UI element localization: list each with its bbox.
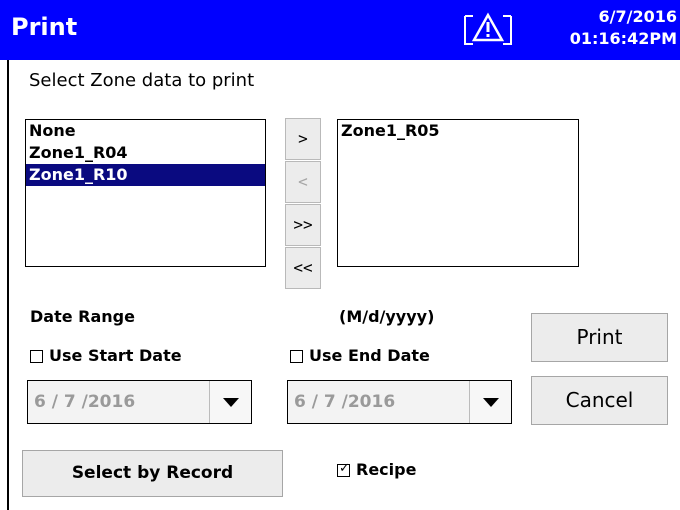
use-end-date-checkbox[interactable] xyxy=(290,350,303,363)
use-end-date-label[interactable]: Use End Date xyxy=(309,346,430,365)
time-text: 01:16:42PM xyxy=(569,29,677,48)
list-item-selected[interactable]: Zone1_R10 xyxy=(26,164,265,186)
end-date-value: 6 / 7 /2016 xyxy=(294,392,396,412)
frame-border xyxy=(7,60,9,510)
chevron-down-icon[interactable] xyxy=(209,381,251,423)
add-all-zones-button[interactable]: >> xyxy=(285,204,321,246)
list-item[interactable]: None xyxy=(26,120,265,142)
list-item[interactable]: Zone1_R04 xyxy=(26,142,265,164)
select-by-record-button[interactable]: Select by Record xyxy=(22,450,283,497)
chevron-down-icon[interactable] xyxy=(469,381,511,423)
use-start-date-checkbox[interactable] xyxy=(30,350,43,363)
available-zones-list[interactable]: None Zone1_R04 Zone1_R10 xyxy=(25,119,266,267)
add-zone-button[interactable]: > xyxy=(285,118,321,160)
print-button[interactable]: Print xyxy=(531,313,668,362)
selected-zones-list[interactable]: Zone1_R05 xyxy=(337,119,579,267)
end-date-picker[interactable]: 6 / 7 /2016 xyxy=(287,380,512,424)
cancel-button[interactable]: Cancel xyxy=(531,376,668,425)
date-text: 6/7/2016 xyxy=(598,7,677,26)
title-bar: Print 6/7/2016 01:16:42PM xyxy=(0,0,680,60)
date-range-label: Date Range xyxy=(30,307,135,326)
list-item[interactable]: Zone1_R05 xyxy=(338,120,578,142)
start-date-value: 6 / 7 /2016 xyxy=(34,392,136,412)
section-title: Select Zone data to print xyxy=(29,70,255,91)
use-start-date-label[interactable]: Use Start Date xyxy=(49,346,182,365)
remove-all-zones-button[interactable]: << xyxy=(285,247,321,289)
remove-zone-button[interactable]: < xyxy=(285,161,321,203)
page-title: Print xyxy=(11,13,78,41)
recipe-checkbox[interactable] xyxy=(337,461,350,477)
warning-triangle-icon[interactable] xyxy=(463,10,513,50)
date-format-label: (M/d/yyyy) xyxy=(339,307,435,326)
datetime-display: 6/7/2016 01:16:42PM xyxy=(570,6,677,50)
recipe-label[interactable]: Recipe xyxy=(356,460,416,479)
start-date-picker[interactable]: 6 / 7 /2016 xyxy=(27,380,252,424)
